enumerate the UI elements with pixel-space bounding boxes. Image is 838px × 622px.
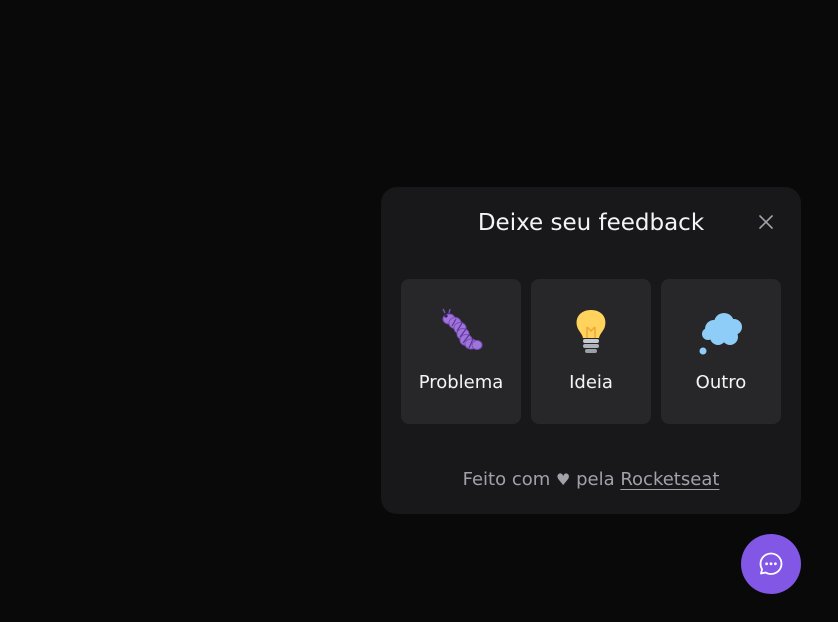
feedback-fab-button[interactable] [741, 534, 801, 594]
type-label: Ideia [569, 372, 613, 393]
footer-middle: pela [576, 469, 615, 490]
close-icon [759, 215, 773, 229]
rocketseat-link[interactable]: Rocketseat [620, 469, 719, 490]
close-button[interactable] [756, 212, 776, 232]
lightbulb-icon [566, 307, 616, 357]
heart-icon: ♥ [556, 470, 571, 489]
widget-footer: Feito com ♥ pela Rocketseat [381, 468, 801, 492]
feedback-type-list: Problema Ideia Outro [401, 279, 781, 424]
thought-bubble-icon [696, 307, 746, 357]
type-button-ideia[interactable]: Ideia [531, 279, 651, 424]
type-label: Outro [695, 372, 747, 393]
type-label: Problema [418, 372, 504, 393]
chat-icon [759, 552, 783, 575]
widget-title: Deixe seu feedback [477, 210, 705, 236]
footer-prefix: Feito com [462, 469, 551, 490]
type-button-problema[interactable]: Problema [401, 279, 521, 424]
type-button-outro[interactable]: Outro [661, 279, 781, 424]
bug-icon [436, 307, 486, 357]
